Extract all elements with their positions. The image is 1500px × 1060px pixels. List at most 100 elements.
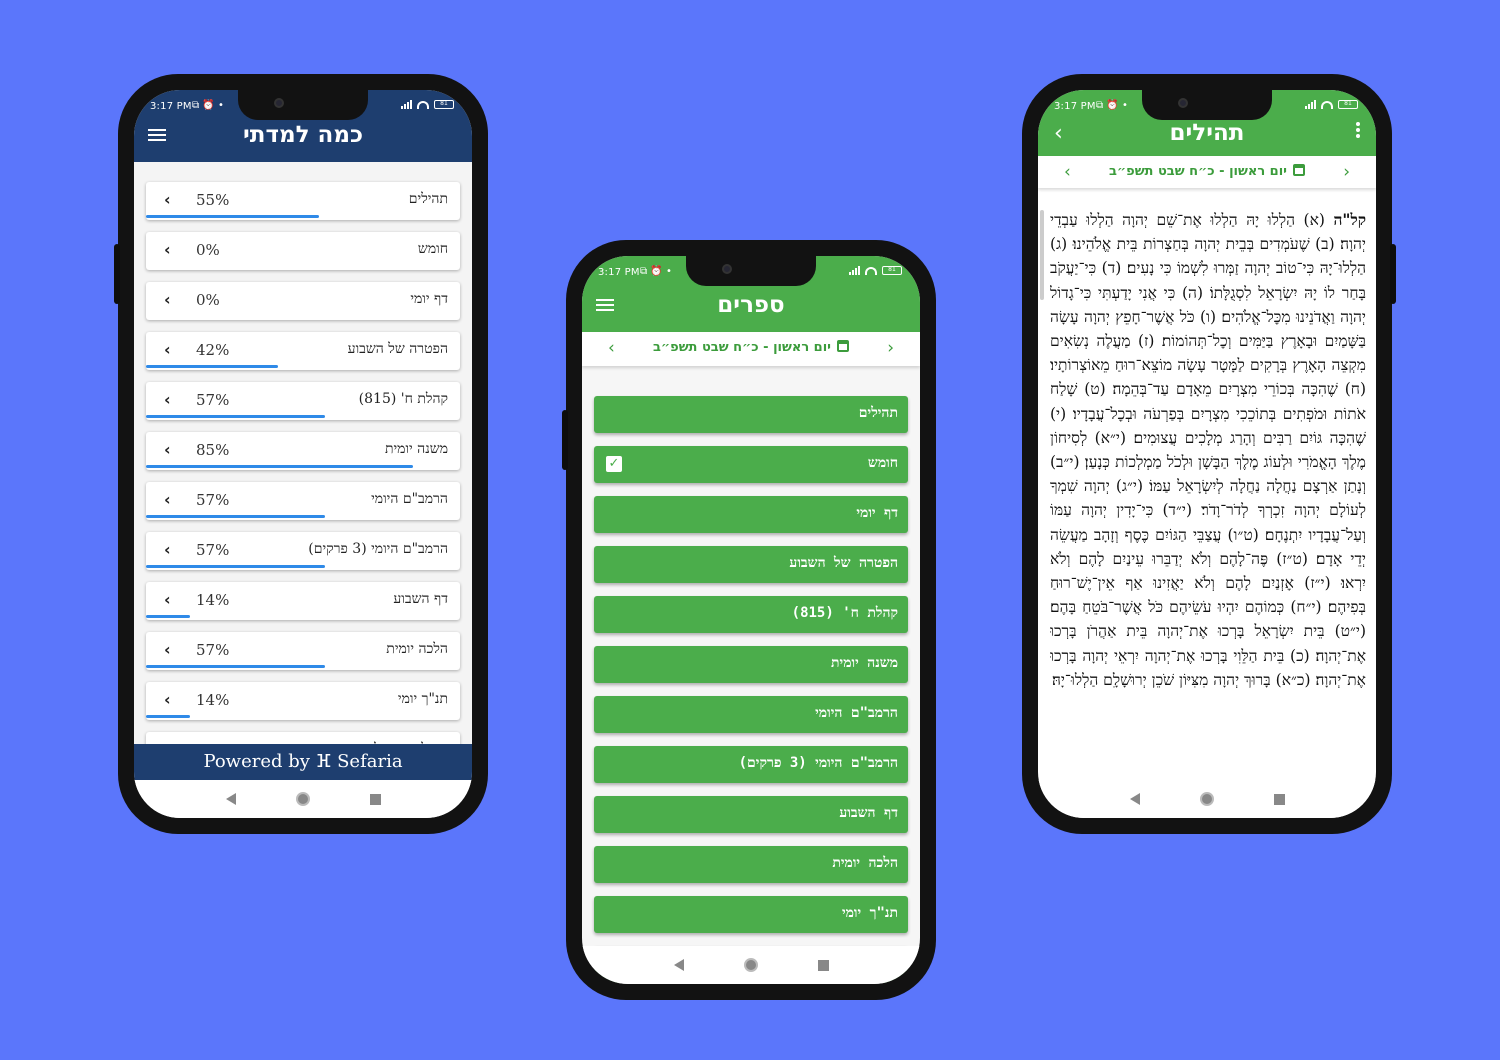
- book-name: דף השבוע: [839, 805, 898, 821]
- book-button[interactable]: הרמב"ם היומי (3 פרקים): [594, 746, 908, 783]
- progress-list: תהילים 55% ‹ חומש 0% ‹ דף יומי 0% ‹ הפטרה של השבו…: [146, 182, 460, 782]
- book-button[interactable]: תהילים: [594, 396, 908, 433]
- book-name: משנה יומית: [384, 441, 448, 457]
- book-name: דף השבוע: [393, 591, 448, 607]
- progress-bar: [146, 715, 190, 718]
- volume-button: [562, 410, 568, 470]
- chevron-left-icon: ‹: [164, 690, 171, 709]
- chevron-left-icon: ‹: [164, 190, 171, 209]
- progress-row[interactable]: קהלת ח' (815) 57% ‹: [146, 382, 460, 420]
- wifi-icon: [865, 266, 877, 275]
- progress-percent: 0%: [196, 241, 220, 259]
- psalm-text: קל"ה (א) הַלְלוּ יָהּ הַלְלוּ אֶת־שֵׁם י…: [1050, 208, 1366, 780]
- checkbox-checked-icon[interactable]: ✓: [606, 456, 622, 472]
- status-time: 3:17 PM: [1054, 101, 1096, 112]
- book-button[interactable]: משנה יומית: [594, 646, 908, 683]
- book-name: משנה יומית: [830, 655, 898, 671]
- notch: [686, 256, 816, 286]
- progress-row[interactable]: תהילים 55% ‹: [146, 182, 460, 220]
- book-name: הרמב"ם היומי: [371, 491, 448, 507]
- battery-icon: 81: [1338, 100, 1358, 109]
- status-notification-icons: ⧉ ⏰ •: [640, 266, 672, 277]
- progress-row[interactable]: חומש 0% ‹: [146, 232, 460, 270]
- home-icon[interactable]: [1199, 792, 1214, 806]
- book-name: תהילים: [408, 191, 448, 207]
- progress-row[interactable]: דף השבוע 14% ‹: [146, 582, 460, 620]
- more-options-icon[interactable]: [1356, 122, 1360, 140]
- back-icon[interactable]: [673, 959, 684, 971]
- chevron-left-icon: ‹: [164, 590, 171, 609]
- progress-percent: 85%: [196, 441, 230, 459]
- scrollbar[interactable]: [1040, 210, 1044, 300]
- book-name: קהלת ח' (815): [358, 391, 448, 407]
- progress-row[interactable]: משנה יומית 85% ‹: [146, 432, 460, 470]
- power-button: [1390, 244, 1396, 304]
- book-name: הפטרה של השבוע: [789, 555, 898, 571]
- next-day-arrow[interactable]: ›: [887, 338, 894, 358]
- progress-percent: 57%: [196, 641, 230, 659]
- book-button[interactable]: דף השבוע: [594, 796, 908, 833]
- progress-bar: [146, 415, 325, 418]
- book-name: חומש: [867, 455, 898, 471]
- book-name: חומש: [417, 241, 448, 257]
- progress-row[interactable]: הלכה יומית 57% ‹: [146, 632, 460, 670]
- chevron-left-icon: ‹: [164, 490, 171, 509]
- progress-percent: 55%: [196, 191, 230, 209]
- progress-row[interactable]: תנ"ך יומי 14% ‹: [146, 682, 460, 720]
- book-name: הרמב"ם היומי (3 פרקים): [308, 541, 448, 557]
- status-time: 3:17 PM: [150, 101, 192, 112]
- chevron-left-icon: ‹: [164, 540, 171, 559]
- notch: [238, 90, 368, 120]
- book-name: הלכה יומית: [386, 641, 448, 657]
- progress-bar: [146, 515, 325, 518]
- date-bar: ‹ יום ראשון - כ״ח שבט תשפ״ב ›: [1038, 156, 1376, 188]
- date-label[interactable]: יום ראשון - כ״ח שבט תשפ״ב: [1038, 164, 1376, 179]
- book-name: תהילים: [858, 405, 898, 421]
- progress-bar: [146, 665, 325, 668]
- page-title: תהילים: [1169, 120, 1245, 146]
- date-text: יום ראשון - כ״ח שבט תשפ״ב: [1108, 164, 1288, 179]
- book-button[interactable]: הלכה יומית: [594, 846, 908, 883]
- status-time: 3:17 PM: [598, 267, 640, 278]
- android-nav-bar: [134, 780, 472, 818]
- next-day-arrow[interactable]: ›: [1343, 162, 1350, 182]
- back-icon[interactable]: [1129, 793, 1140, 805]
- back-icon[interactable]: [225, 793, 236, 805]
- date-label[interactable]: יום ראשון - כ״ח שבט תשפ״ב: [582, 340, 920, 355]
- recents-icon[interactable]: [1273, 793, 1285, 805]
- recents-icon[interactable]: [369, 793, 381, 805]
- date-bar: ‹ יום ראשון - כ״ח שבט תשפ״ב ›: [582, 332, 920, 366]
- progress-bar: [146, 615, 190, 618]
- book-button[interactable]: הפטרה של השבוע: [594, 546, 908, 583]
- book-name: דף יומי: [856, 505, 898, 521]
- progress-row[interactable]: הפטרה של השבוע 42% ‹: [146, 332, 460, 370]
- calendar-icon: [837, 340, 850, 352]
- powered-by-footer[interactable]: Powered by ⴼ Sefaria: [134, 744, 472, 780]
- phone-reader: ‹ תהילים 3:17 PM ⧉ ⏰ • 81 ‹ יום ראשון - …: [1022, 74, 1396, 834]
- recents-icon[interactable]: [817, 959, 829, 971]
- progress-percent: 57%: [196, 491, 230, 509]
- chevron-left-icon: ‹: [164, 240, 171, 259]
- progress-percent: 42%: [196, 341, 230, 359]
- progress-row[interactable]: הרמב"ם היומי (3 פרקים) 57% ‹: [146, 532, 460, 570]
- verse-text: (א) הַלְלוּ יָהּ הַלְלוּ אֶת־שֵׁם יְהוָה…: [1050, 211, 1366, 689]
- screen-books: ספרים 3:17 PM ⧉ ⏰ • 81 ‹ יום ראשון - כ״ח…: [582, 256, 920, 984]
- battery-icon: 81: [434, 100, 454, 109]
- notch: [1142, 90, 1272, 120]
- book-button[interactable]: תנ"ך יומי: [594, 896, 908, 933]
- book-name: הפטרה של השבוע: [347, 341, 448, 357]
- progress-row[interactable]: הרמב"ם היומי 57% ‹: [146, 482, 460, 520]
- signal-icon: [849, 266, 860, 275]
- android-nav-bar: [1038, 780, 1376, 818]
- chevron-left-icon: ‹: [164, 640, 171, 659]
- home-icon[interactable]: [295, 792, 310, 806]
- book-button[interactable]: הרמב"ם היומי: [594, 696, 908, 733]
- calendar-icon: [1293, 164, 1306, 176]
- book-button[interactable]: חומש ✓: [594, 446, 908, 483]
- book-button[interactable]: קהלת ח' (815): [594, 596, 908, 633]
- home-icon[interactable]: [743, 958, 758, 972]
- progress-row[interactable]: דף יומי 0% ‹: [146, 282, 460, 320]
- book-button[interactable]: דף יומי: [594, 496, 908, 533]
- front-camera: [1178, 98, 1188, 108]
- page-title: ספרים: [717, 292, 785, 318]
